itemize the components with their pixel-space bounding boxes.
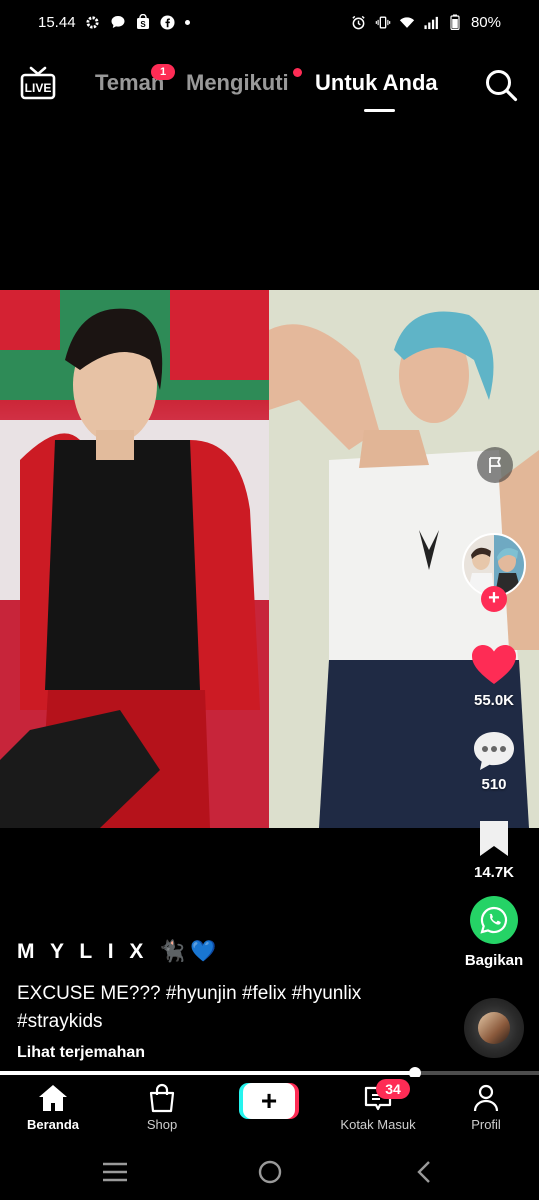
settings-icon	[85, 14, 101, 30]
share-label: Bagikan	[464, 952, 524, 969]
report-button[interactable]	[477, 447, 513, 483]
tab-untuk-anda[interactable]: Untuk Anda	[315, 70, 438, 96]
nav-home-label: Beranda	[26, 1117, 80, 1132]
heart-icon	[472, 645, 516, 684]
like-count: 55.0K	[473, 692, 515, 709]
wifi-icon	[399, 14, 415, 30]
video-progress-fill	[0, 1071, 416, 1075]
circle-icon	[258, 1160, 282, 1184]
create-plus-icon: +	[243, 1083, 295, 1119]
profile-icon	[473, 1084, 499, 1112]
live-label: LIVE	[25, 81, 52, 95]
alarm-icon	[351, 14, 367, 30]
nav-inbox-label: Kotak Masuk	[340, 1117, 416, 1132]
favorite-count: 14.7K	[473, 864, 515, 881]
active-tab-indicator	[364, 109, 395, 112]
back-button[interactable]	[410, 1160, 440, 1184]
video-player[interactable]	[0, 290, 539, 828]
comment-icon	[474, 732, 514, 770]
favorite-button[interactable]: 14.7K	[464, 818, 524, 881]
chat-bubble-icon	[110, 14, 126, 30]
facebook-icon	[160, 14, 176, 30]
battery-icon	[447, 14, 463, 30]
video-frame-left	[0, 290, 269, 828]
nav-profile[interactable]: Profil	[441, 1083, 531, 1132]
tab-teman-badge: 1	[151, 64, 175, 80]
top-nav: LIVE Teman 1 Mengikuti Untuk Anda	[0, 58, 539, 118]
vibrate-icon	[375, 14, 391, 30]
tab-mengikuti[interactable]: Mengikuti	[186, 70, 289, 96]
like-button[interactable]: 55.0K	[464, 644, 524, 709]
music-cover-image	[478, 1012, 510, 1044]
follow-button[interactable]: +	[481, 586, 507, 612]
author-name[interactable]: M Y L I X 🐈‍⬛💙	[17, 940, 222, 964]
signal-icon	[423, 14, 439, 30]
system-nav-bar	[0, 1148, 539, 1200]
video-caption[interactable]: EXCUSE ME??? #hyunjin #felix #hyunlix #s…	[17, 980, 437, 1036]
shopping-bag-icon	[149, 1083, 175, 1113]
see-translation-link[interactable]: Lihat terjemahan	[17, 1044, 145, 1062]
inbox-badge: 34	[376, 1079, 410, 1099]
live-button[interactable]: LIVE	[20, 66, 56, 100]
menu-icon	[103, 1162, 127, 1182]
nav-profile-label: Profil	[471, 1117, 501, 1132]
video-left-panel	[0, 290, 269, 828]
bookmark-icon	[480, 821, 508, 856]
status-bar: 15.44 S 80%	[0, 0, 539, 44]
recent-apps-button[interactable]	[100, 1160, 130, 1184]
home-icon	[39, 1085, 67, 1111]
flag-icon	[489, 457, 501, 473]
video-progress-bar[interactable]	[0, 1067, 539, 1079]
music-disc[interactable]	[464, 998, 524, 1058]
shopee-icon: S	[135, 14, 151, 30]
tab-mengikuti-dot	[293, 68, 302, 77]
comment-button[interactable]: 510	[464, 730, 524, 793]
status-time: 15.44	[38, 13, 76, 31]
svg-text:S: S	[140, 20, 146, 29]
search-icon[interactable]	[484, 68, 518, 102]
nav-home[interactable]: Beranda	[8, 1083, 98, 1132]
nav-shop[interactable]: Shop	[117, 1083, 207, 1132]
bottom-nav: Beranda Shop + Kotak Masuk Profil	[0, 1077, 539, 1142]
nav-shop-label: Shop	[146, 1117, 178, 1132]
share-button[interactable]: Bagikan	[459, 896, 529, 969]
whatsapp-icon	[470, 896, 518, 944]
comment-count: 510	[481, 776, 507, 793]
back-chevron-icon	[417, 1161, 430, 1183]
battery-percent: 80%	[470, 13, 501, 31]
create-button[interactable]: +	[239, 1083, 299, 1119]
notification-dot-icon	[184, 19, 190, 25]
home-button[interactable]	[255, 1160, 285, 1184]
